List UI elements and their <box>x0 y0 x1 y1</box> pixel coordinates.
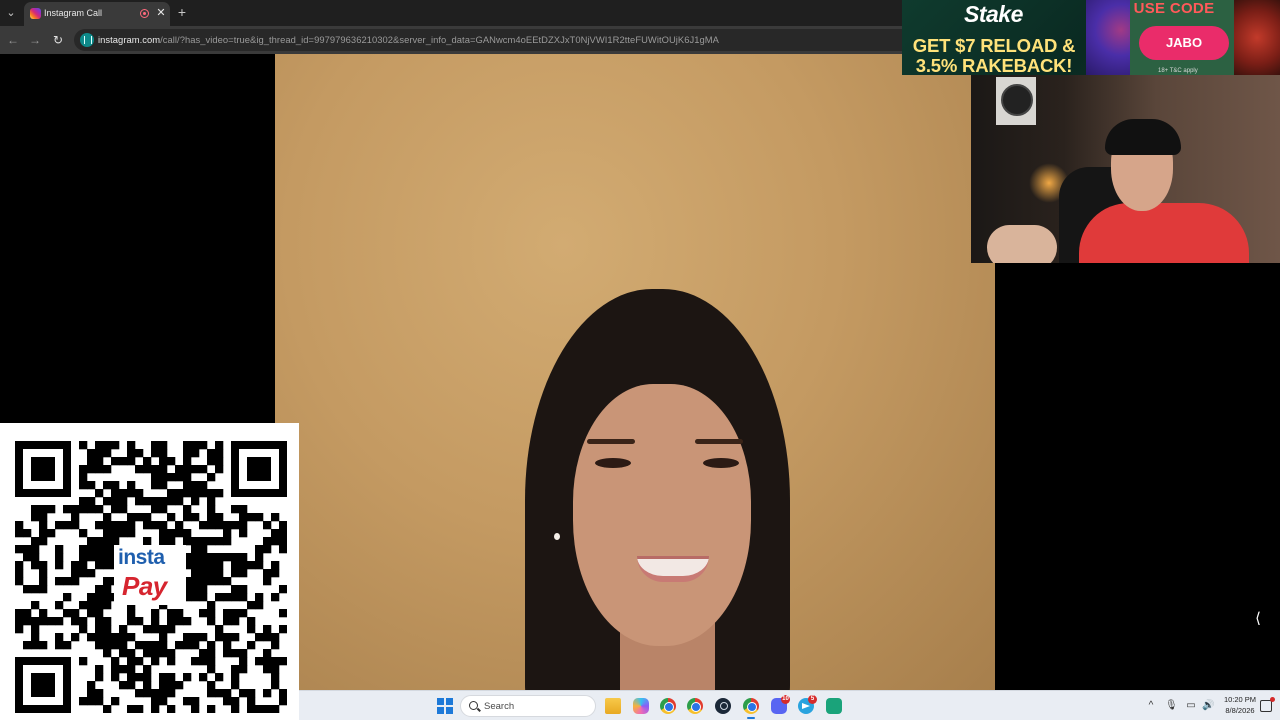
active-app-indicator <box>747 717 755 719</box>
copilot-icon[interactable] <box>633 698 649 714</box>
url-host: instagram.com <box>98 34 161 45</box>
ad-graphic-pot <box>1234 0 1280 75</box>
ad-headline-line2: 3.5% RAKEBACK! <box>915 55 1073 76</box>
file-explorer-icon[interactable] <box>605 698 621 714</box>
streamer-arm <box>987 225 1057 263</box>
taskbar-search-input[interactable]: Search <box>460 695 596 717</box>
recording-indicator-icon <box>140 9 149 18</box>
start-tile <box>437 698 444 705</box>
ad-terms: 18+ T&C apply <box>1158 68 1198 74</box>
tab-close-icon[interactable]: ✕ <box>154 6 168 20</box>
start-tile <box>437 707 444 714</box>
start-tile <box>446 707 453 714</box>
video-subject-eye <box>595 458 631 468</box>
discord-notification-badge: 10 <box>781 695 790 704</box>
tray-overflow-chevron-icon[interactable]: ^ <box>1145 700 1157 712</box>
remote-video-feed <box>275 54 995 690</box>
video-subject-eye <box>703 458 739 468</box>
instagram-icon <box>30 8 41 19</box>
url-text: instagram.com/call/?has_video=true&ig_th… <box>98 34 719 45</box>
vinyl-record-icon <box>1001 84 1033 116</box>
notification-bell-icon[interactable] <box>1260 697 1275 712</box>
clock-time[interactable]: 10:20 PM <box>1220 695 1260 704</box>
tab-search-chevron-icon[interactable]: ⌄ <box>2 4 20 22</box>
volume-icon[interactable]: 🔊 <box>1202 700 1214 712</box>
search-icon <box>469 701 478 710</box>
instapay-logo-top: insta <box>118 546 165 569</box>
back-button[interactable]: ← <box>4 31 22 49</box>
ad-brand-logo: Stake <box>964 1 1023 27</box>
address-bar[interactable]: instagram.com/call/?has_video=true&ig_th… <box>74 29 902 51</box>
payment-qr-card: insta Pay <box>0 423 299 720</box>
chrome-active-icon[interactable] <box>743 698 759 714</box>
app-icon[interactable] <box>826 698 842 714</box>
streamer-shirt <box>1079 203 1249 263</box>
chrome-icon[interactable] <box>660 698 676 714</box>
instapay-logo-bottom: Pay <box>122 571 167 601</box>
streamer-webcam <box>971 75 1280 263</box>
ad-use-code-label: USE CODE <box>1133 0 1215 17</box>
chrome-profile-icon[interactable] <box>687 698 703 714</box>
taskbar: Search 10 5 ^ 🎙 ▭ 🔊 10:20 PM 8/8/2026 <box>299 690 1280 720</box>
search-placeholder: Search <box>484 701 515 712</box>
clock-date[interactable]: 8/8/2026 <box>1220 706 1260 715</box>
forward-button[interactable]: → <box>26 31 44 49</box>
microphone-icon[interactable]: 🎙 <box>1165 700 1178 712</box>
video-subject-face <box>573 384 751 646</box>
ad-promo-code: JABO <box>1139 26 1229 60</box>
start-tile <box>446 698 453 705</box>
expand-panel-chevron-icon[interactable]: ⟨ <box>1251 610 1265 628</box>
video-subject-brow <box>695 439 743 444</box>
ad-headline: GET $7 RELOAD & 3.5% RAKEBACK! <box>902 35 1086 76</box>
windows-start-icon[interactable] <box>437 698 453 714</box>
ad-headline-line1: GET $7 RELOAD & <box>912 35 1076 56</box>
url-path: /call/?has_video=true&ig_thread_id=99797… <box>160 34 719 45</box>
telegram-notification-badge: 5 <box>808 695 817 704</box>
sponsor-banner: Stake GET $7 RELOAD & 3.5% RAKEBACK! USE… <box>902 0 1280 75</box>
network-icon[interactable]: ▭ <box>1185 700 1197 712</box>
video-subject-brow <box>587 439 635 444</box>
tab-instagram-call[interactable]: Instagram Call ✕ <box>24 2 170 26</box>
site-info-icon[interactable] <box>80 33 94 47</box>
video-subject-earring <box>554 533 560 540</box>
reload-button[interactable]: ↻ <box>49 31 67 49</box>
new-tab-button[interactable]: + <box>174 4 190 20</box>
tab-title: Instagram Call <box>44 8 103 18</box>
steam-icon[interactable] <box>715 698 731 714</box>
tab-strip: ⌄ Instagram Call ✕ + <box>0 0 902 26</box>
streamer-hair <box>1105 119 1181 155</box>
browser-toolbar: ← → ↻ instagram.com/call/?has_video=true… <box>0 26 902 54</box>
